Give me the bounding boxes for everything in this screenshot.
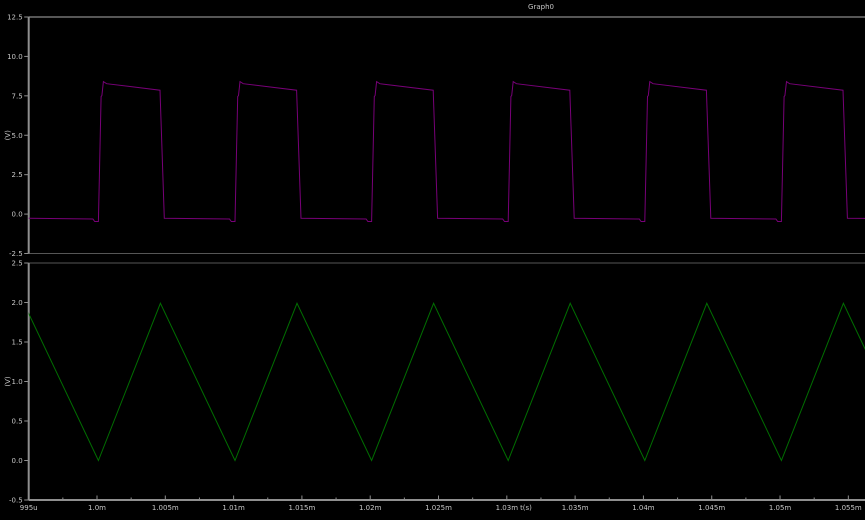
x-tick-label: 1.045m — [698, 504, 725, 512]
y-tick-label: 2.0 — [12, 299, 23, 307]
x-tick-label: 995u — [20, 504, 38, 512]
y-tick-label: 2.5 — [12, 260, 23, 268]
x-tick-label: 1.005m — [152, 504, 179, 512]
y-axis-unit-label: (V) — [4, 130, 12, 141]
triangle-wave-output-trace — [0, 303, 865, 460]
y-tick-label: -2.5 — [9, 250, 23, 258]
square-wave-plot: 12.5 10.0 7.5 5.0 2.5 0.0 -2.5 (V) — [0, 14, 865, 259]
triangle-wave-plot: 2.52.01.51.00.50.0-0.5(V)995u1.0m1.005m1… — [0, 260, 865, 513]
x-tick-label: 1.03m — [496, 504, 519, 512]
x-tick-label: 1.0m — [88, 504, 106, 512]
y-tick-label: 2.5 — [12, 171, 23, 179]
graph-title: Graph0 — [528, 3, 554, 11]
waveform-plot-canvas: Graph0 t(s) 12.5 10.0 7.5 5.0 2.5 0.0 -2.5 (V) 2… — [0, 0, 865, 520]
y-tick-label: 1.0 — [12, 378, 23, 386]
x-tick-label: 1.05m — [769, 504, 792, 512]
y-tick-label: 0.0 — [12, 211, 23, 219]
y-tick-label: 0.5 — [12, 418, 23, 426]
x-tick-label: 1.04m — [632, 504, 655, 512]
y-tick-label: 7.5 — [12, 92, 23, 100]
x-tick-label: 1.035m — [562, 504, 589, 512]
x-tick-label: 1.01m — [222, 504, 245, 512]
x-tick-label: 1.02m — [359, 504, 382, 512]
y-tick-label: 1.5 — [12, 339, 23, 347]
y-tick-label: 12.5 — [7, 14, 23, 22]
y-tick-label: 0.0 — [12, 457, 23, 465]
graph-window: Graph0 t(s) 12.5 10.0 7.5 5.0 2.5 0.0 -2.5 (V) 2… — [0, 0, 865, 520]
y-tick-label: 5.0 — [12, 132, 23, 140]
x-tick-label: 1.025m — [425, 504, 452, 512]
x-tick-label: 1.055m — [835, 504, 862, 512]
x-tick-label: 1.015m — [288, 504, 315, 512]
y-axis-unit-label: (V) — [4, 376, 12, 387]
x-axis-label: t(s) — [520, 504, 532, 512]
square-wave-output-trace — [0, 82, 865, 222]
y-tick-label: 10.0 — [7, 53, 23, 61]
